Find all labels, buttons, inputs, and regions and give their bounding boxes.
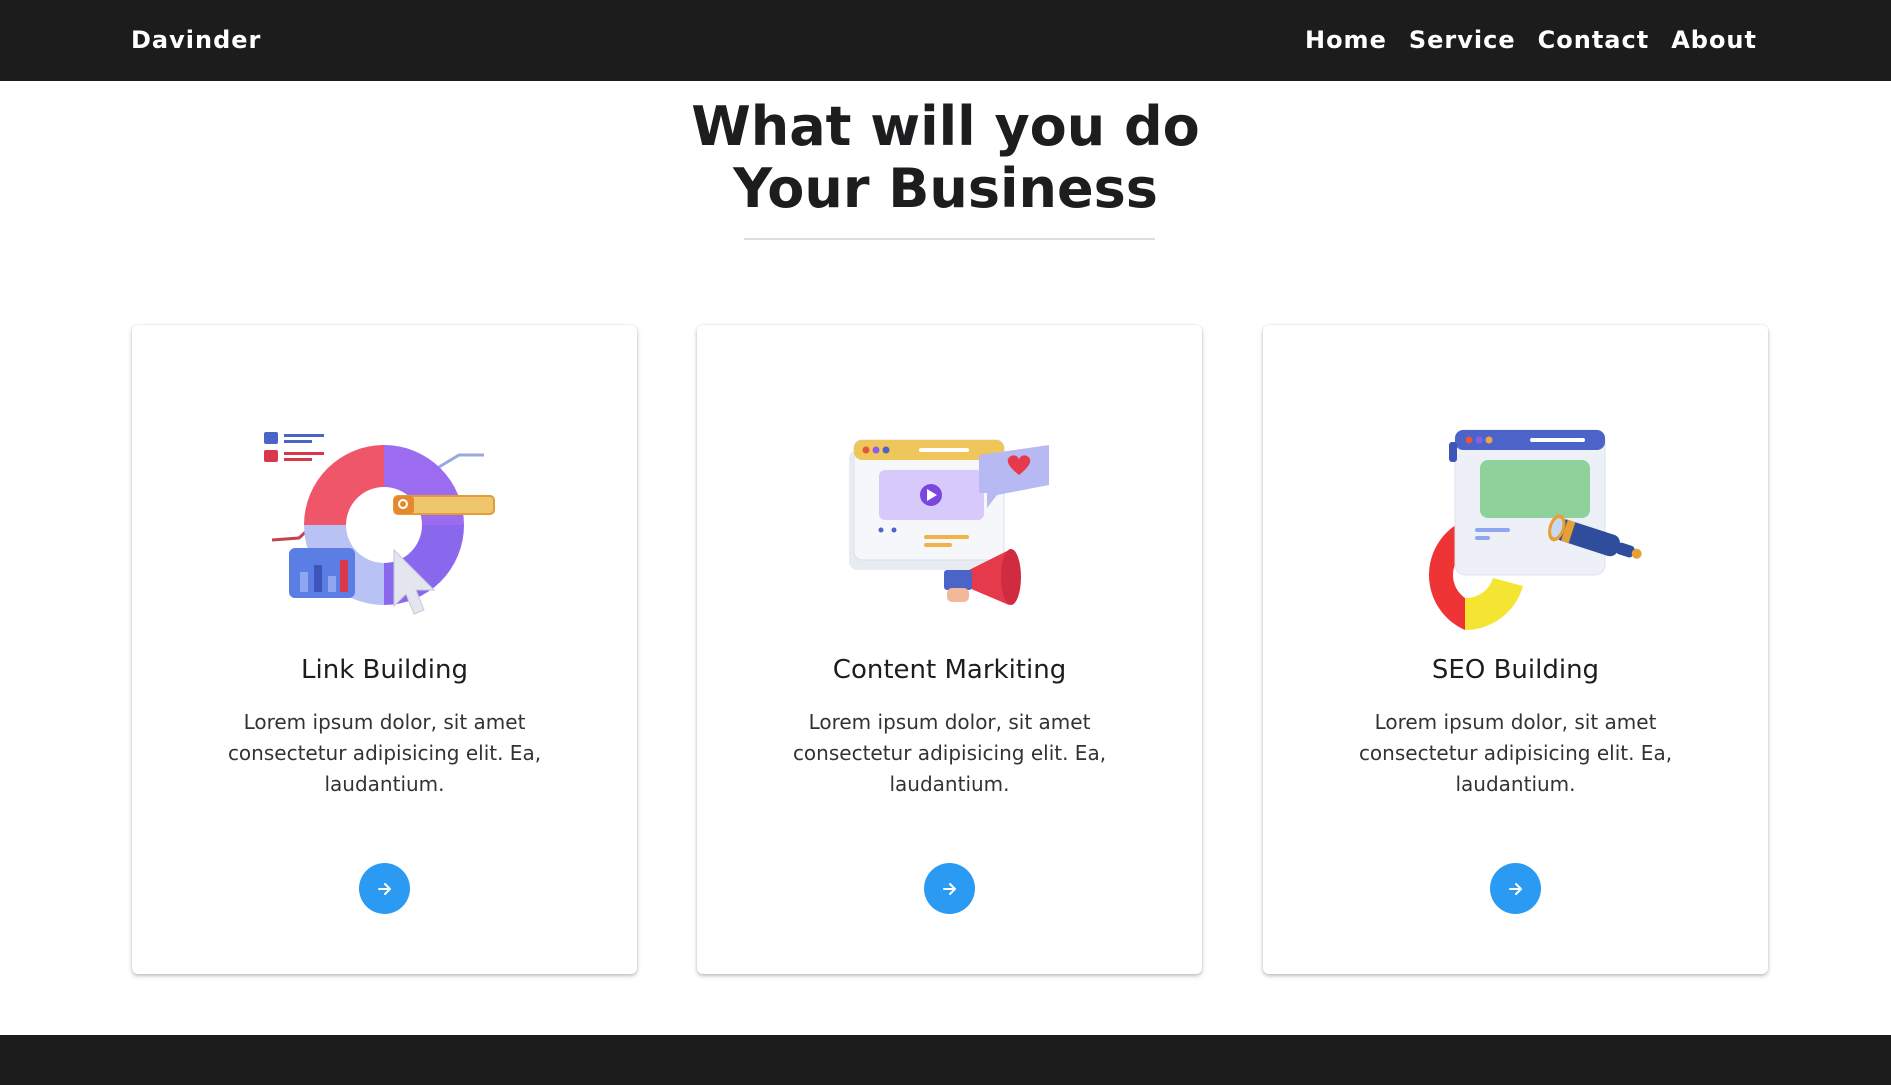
card-description: Lorem ipsum dolor, sit amet consectetur …	[227, 710, 542, 796]
analytics-donut-search-icon	[264, 432, 495, 615]
video-megaphone-icon	[849, 439, 1049, 605]
heading-line-2: Your Business	[733, 157, 1158, 220]
nav-links: Home Service Contact About	[1305, 26, 1757, 54]
navbar: Davinder Home Service Contact About	[0, 0, 1891, 81]
brand-logo[interactable]: Davinder	[131, 26, 261, 54]
nav-link-home[interactable]: Home	[1305, 26, 1387, 54]
arrow-right-icon	[1508, 882, 1522, 895]
card-arrow-button[interactable]	[359, 863, 410, 914]
nav-link-contact[interactable]: Contact	[1538, 26, 1650, 54]
card-title: SEO Building	[1431, 655, 1600, 685]
section-heading: What will you do Your Business	[0, 96, 1891, 220]
card-title: Content Markiting	[832, 655, 1067, 685]
service-card-content-marketing: Content Markiting Lorem ipsum dolor, sit…	[697, 325, 1202, 974]
card-arrow-button[interactable]	[924, 863, 975, 914]
card-description: Lorem ipsum dolor, sit amet consectetur …	[792, 710, 1107, 796]
service-card-seo-building: SEO Building Lorem ipsum dolor, sit amet…	[1263, 325, 1768, 974]
browser-telescope-icon	[1428, 429, 1642, 630]
card-title: Link Building	[301, 655, 468, 685]
nav-link-service[interactable]: Service	[1409, 26, 1516, 54]
card-arrow-button[interactable]	[1490, 863, 1541, 914]
heading-divider	[744, 238, 1155, 240]
heading-line-1: What will you do	[691, 95, 1200, 158]
service-card-link-building: Link Building Lorem ipsum dolor, sit ame…	[132, 325, 637, 974]
card-description: Lorem ipsum dolor, sit amet consectetur …	[1358, 710, 1673, 796]
footer	[0, 1035, 1891, 1085]
nav-link-about[interactable]: About	[1671, 26, 1757, 54]
arrow-right-icon	[377, 882, 391, 895]
arrow-right-icon	[942, 882, 956, 895]
